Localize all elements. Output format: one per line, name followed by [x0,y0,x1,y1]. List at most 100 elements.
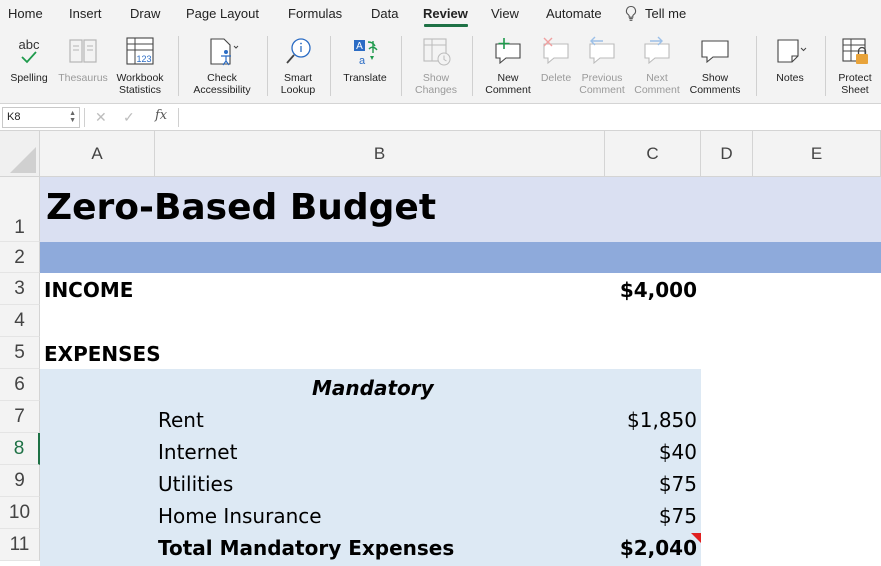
svg-text:123: 123 [136,54,151,64]
column-header-b[interactable]: B [155,131,605,177]
row-header-3[interactable]: 3 [0,273,40,305]
enter-formula-icon[interactable]: ✓ [123,109,135,126]
smart-lookup-button[interactable]: Smart Lookup [275,28,321,104]
tab-formulas[interactable]: Formulas [288,6,342,21]
insert-function-icon[interactable]: fx [155,108,167,123]
tab-data[interactable]: Data [371,6,398,21]
translate-label: Translate [343,72,387,84]
expense-label-utilities: Utilities [158,472,234,496]
column-header-a[interactable]: A [40,131,155,177]
new-comment-icon [495,38,521,65]
formula-bar: K8 ▲ ▼ ✕ ✓ fx [0,104,881,131]
select-all-corner[interactable] [0,131,40,177]
name-box-stepper-icon[interactable]: ▲ ▼ [69,110,76,124]
show-changes-label: Show Changes [414,72,458,96]
worksheet-grid: A B C D E 1 2 3 4 5 6 7 8 9 10 11 Zero-B… [0,131,881,566]
workbook-statistics-label: Workbook Statistics [116,72,164,96]
column-header-e[interactable]: E [753,131,881,177]
row-header-4[interactable]: 4 [0,305,40,337]
spelling-label: Spelling [10,72,48,84]
cell-area[interactable]: Zero-Based Budget INCOME $4,000 EXPENSES… [40,177,881,566]
show-changes-icon [423,38,451,66]
svg-text:abc: abc [19,37,40,52]
svg-text:a: a [359,55,366,67]
menu-tab-bar: Home Insert Draw Page Layout Formulas Da… [0,0,881,28]
thesaurus-button[interactable]: Thesaurus [55,28,111,104]
row-header-1[interactable]: 1 [0,177,40,242]
ribbon-separator [825,36,826,96]
expense-value-utilities: $75 [658,472,697,496]
row-header-10[interactable]: 10 [0,497,40,529]
name-box[interactable]: K8 ▲ ▼ [2,107,80,128]
smart-lookup-label: Smart Lookup [280,72,316,96]
thesaurus-icon [69,39,97,63]
row-header-2[interactable]: 2 [0,242,40,273]
lightbulb-icon[interactable] [624,5,638,22]
tab-view[interactable]: View [491,6,519,21]
spelling-button[interactable]: abc Spelling [4,28,54,104]
tab-draw[interactable]: Draw [130,6,160,21]
column-header-c[interactable]: C [605,131,701,177]
name-box-value: K8 [7,111,21,123]
protect-sheet-icon [842,38,868,64]
row-header-11[interactable]: 11 [0,529,40,561]
protect-sheet-button[interactable]: Protect Sheet [830,28,880,104]
delete-comment-icon [543,37,569,65]
show-changes-button[interactable]: Show Changes [409,28,463,104]
workbook-statistics-icon: 123 [126,37,154,65]
previous-comment-label: Previous Comment [579,72,625,96]
check-accessibility-label: Check Accessibility [193,72,251,96]
tab-review[interactable]: Review [423,6,468,21]
previous-comment-icon [589,36,615,65]
expenses-label: EXPENSES [44,342,161,366]
svg-text:A: A [356,41,363,52]
expense-value-home-insurance: $75 [658,504,697,528]
active-tab-indicator [424,24,468,27]
row-header-8-selected[interactable]: 8 [0,433,40,465]
delete-comment-button[interactable]: Delete [536,28,576,104]
expense-label-internet: Internet [158,440,238,464]
notes-button[interactable]: Notes [764,28,816,104]
expense-label-home-insurance: Home Insurance [158,504,322,528]
previous-comment-button[interactable]: Previous Comment [576,28,628,104]
row-header-7[interactable]: 7 [0,401,40,433]
smart-lookup-icon [286,38,311,64]
ribbon-separator [401,36,402,96]
row-header-6[interactable]: 6 [0,369,40,401]
formula-input[interactable] [184,109,874,127]
new-comment-button[interactable]: New Comment [480,28,536,104]
show-comments-button[interactable]: Show Comments [686,28,744,104]
tab-page-layout[interactable]: Page Layout [186,6,259,21]
total-mandatory-label: Total Mandatory Expenses [158,536,455,560]
tab-insert[interactable]: Insert [69,6,102,21]
spelling-icon: abc [19,37,40,64]
tell-me-search[interactable]: Tell me [645,6,686,21]
expense-value-rent: $1,850 [627,408,697,432]
ribbon-separator [756,36,757,96]
formula-bar-separator [84,108,85,127]
expense-label-rent: Rent [158,408,204,432]
row-header-9[interactable]: 9 [0,465,40,497]
new-comment-label: New Comment [485,72,531,96]
comment-indicator-icon[interactable] [691,533,701,543]
total-mandatory-value: $2,040 [619,536,697,560]
tab-automate[interactable]: Automate [546,6,602,21]
notes-icon [777,39,807,63]
translate-button[interactable]: A a Translate [338,28,392,104]
column-header-d[interactable]: D [701,131,753,177]
row-header-5[interactable]: 5 [0,337,40,369]
budget-title: Zero-Based Budget [46,187,437,228]
workbook-statistics-button[interactable]: 123 Workbook Statistics [112,28,168,104]
mandatory-header: Mandatory [312,376,434,400]
cancel-formula-icon[interactable]: ✕ [95,109,107,126]
show-comments-icon [701,40,729,64]
ribbon-separator [472,36,473,96]
thesaurus-label: Thesaurus [58,72,108,84]
check-accessibility-button[interactable]: Check Accessibility [188,28,256,104]
notes-label: Notes [776,72,804,84]
formula-bar-separator [178,108,179,127]
next-comment-button[interactable]: Next Comment [630,28,684,104]
show-comments-label: Show Comments [689,72,741,96]
next-comment-icon [644,36,670,65]
tab-home[interactable]: Home [8,6,43,21]
